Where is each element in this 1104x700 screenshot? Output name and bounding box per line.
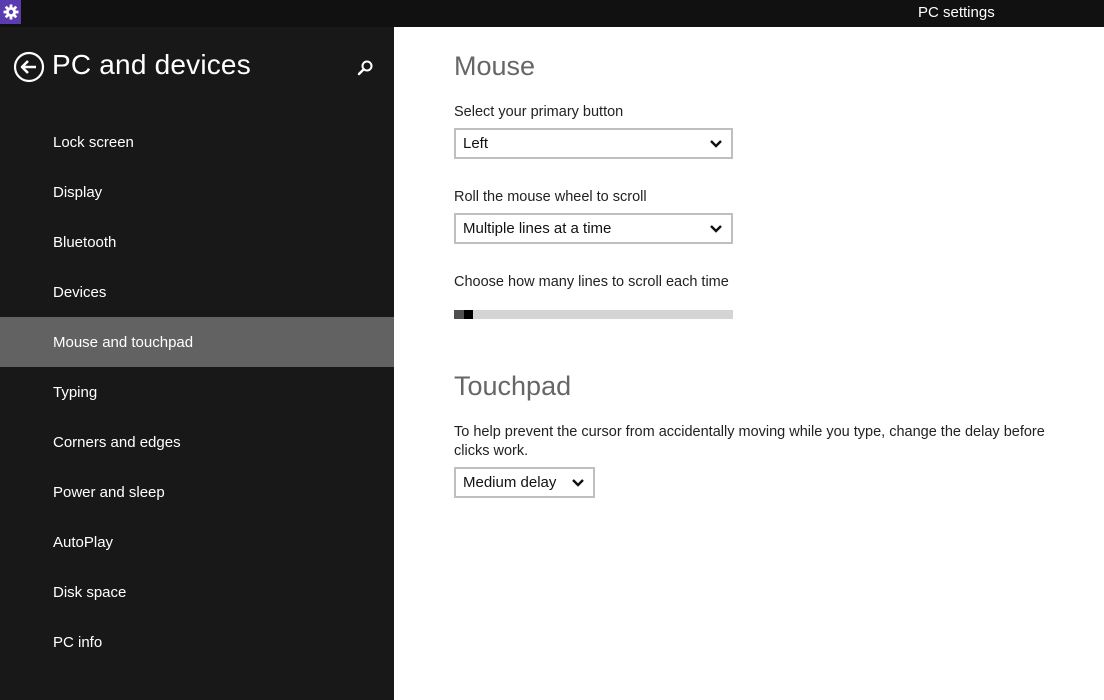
back-button[interactable] bbox=[13, 51, 45, 83]
touchpad-delay-value: Medium delay bbox=[463, 474, 557, 491]
slider-fill bbox=[454, 310, 464, 319]
primary-button-select[interactable]: Left bbox=[454, 128, 733, 159]
sidebar-item-label: Mouse and touchpad bbox=[53, 333, 194, 351]
gear-icon bbox=[0, 0, 21, 24]
lines-slider-label: Choose how many lines to scroll each tim… bbox=[454, 274, 729, 290]
sidebar-item-label: Power and sleep bbox=[53, 483, 165, 501]
content-pane: Mouse Select your primary button Left Ro… bbox=[394, 27, 1104, 700]
chevron-down-icon bbox=[710, 140, 722, 148]
sidebar-item-disk-space[interactable]: Disk space bbox=[0, 567, 394, 617]
touchpad-heading: Touchpad bbox=[454, 371, 572, 401]
touchpad-description: To help prevent the cursor from accident… bbox=[454, 424, 1045, 459]
lines-slider[interactable] bbox=[454, 310, 733, 319]
sidebar-item-label: Disk space bbox=[53, 583, 127, 601]
primary-button-label: Select your primary button bbox=[454, 104, 624, 120]
sidebar-item-pc-info[interactable]: PC info bbox=[0, 617, 394, 667]
sidebar-item-autoplay[interactable]: AutoPlay bbox=[0, 517, 394, 567]
sidebar-item-lock-screen[interactable]: Lock screen bbox=[0, 117, 394, 167]
wheel-scroll-value: Multiple lines at a time bbox=[463, 220, 612, 237]
sidebar-item-corners-and-edges[interactable]: Corners and edges bbox=[0, 417, 394, 467]
nav-list: Lock screen Display Bluetooth Devices Mo… bbox=[0, 117, 394, 667]
sidebar-item-typing[interactable]: Typing bbox=[0, 367, 394, 417]
sidebar-item-label: Lock screen bbox=[53, 133, 134, 151]
window-title: PC settings bbox=[918, 4, 995, 21]
wheel-scroll-label: Roll the mouse wheel to scroll bbox=[454, 189, 647, 205]
search-button[interactable] bbox=[354, 57, 376, 79]
back-arrow-circle-icon bbox=[13, 51, 45, 83]
sidebar-item-label: Devices bbox=[53, 283, 107, 301]
sidebar-item-label: Corners and edges bbox=[53, 433, 181, 451]
slider-thumb[interactable] bbox=[464, 310, 473, 319]
search-icon bbox=[357, 60, 373, 76]
sidebar-item-power-and-sleep[interactable]: Power and sleep bbox=[0, 467, 394, 517]
sidebar-item-display[interactable]: Display bbox=[0, 167, 394, 217]
title-bar: PC settings bbox=[0, 0, 1104, 27]
sidebar-item-bluetooth[interactable]: Bluetooth bbox=[0, 217, 394, 267]
wheel-scroll-select[interactable]: Multiple lines at a time bbox=[454, 213, 733, 244]
sidebar-item-label: PC info bbox=[53, 633, 103, 651]
sidebar-item-devices[interactable]: Devices bbox=[0, 267, 394, 317]
section-title: PC and devices bbox=[52, 49, 251, 80]
sidebar-item-label: Display bbox=[53, 183, 103, 201]
sidebar-item-label: AutoPlay bbox=[53, 533, 114, 551]
sidebar-item-mouse-and-touchpad[interactable]: Mouse and touchpad bbox=[0, 317, 394, 367]
primary-button-value: Left bbox=[463, 135, 489, 152]
chevron-down-icon bbox=[710, 225, 722, 233]
sidebar: PC and devices Lock screen Display Bluet… bbox=[0, 27, 394, 700]
touchpad-delay-select[interactable]: Medium delay bbox=[454, 467, 595, 498]
sidebar-item-label: Bluetooth bbox=[53, 233, 117, 251]
mouse-heading: Mouse bbox=[454, 51, 536, 81]
sidebar-item-label: Typing bbox=[53, 383, 98, 401]
chevron-down-icon bbox=[572, 479, 584, 487]
